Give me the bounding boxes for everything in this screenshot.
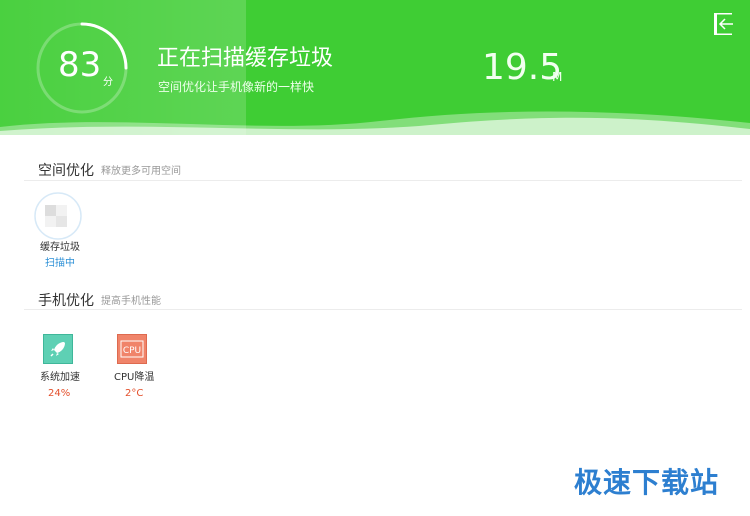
exit-icon [714,13,733,35]
system-boost-label: 系统加速 [40,372,80,383]
system-boost-status: 24% [48,388,71,399]
space-section-title: 空间优化 [38,163,94,179]
exit-button[interactable] [712,12,736,36]
cpu-cooling-label: CPU降温 [114,372,155,383]
space-section-divider [24,180,742,181]
system-boost-tile[interactable] [43,334,73,364]
cache-junk-tile[interactable] [34,192,82,240]
phone-section-title: 手机优化 [38,293,94,309]
junk-size-value: 19.5 [482,47,563,88]
site-watermark: 极速下载站 [574,466,720,499]
cpu-icon-text: CPU [123,346,141,356]
phone-section-hint: 提高手机性能 [101,296,161,307]
score-unit: 分 [103,77,113,88]
phone-section-divider [24,309,742,310]
score-value: 83 [58,45,102,85]
junk-size-unit: M [552,70,563,84]
cache-junk-label: 缓存垃圾 [40,242,80,253]
space-section-hint: 释放更多可用空间 [101,166,181,177]
cpu-cooling-tile[interactable]: CPU [117,334,147,364]
rocket-icon [43,334,73,364]
cache-junk-icon [34,192,82,240]
scan-status-subtitle: 空间优化让手机像新的一样快 [158,80,315,94]
cpu-cooling-status: 2°C [125,388,144,399]
cache-junk-status: 扫描中 [45,258,75,269]
scan-header: 83 分 正在扫描缓存垃圾 空间优化让手机像新的一样快 19.5 M [0,0,750,135]
scan-status-title: 正在扫描缓存垃圾 [157,46,334,71]
cpu-icon: CPU [117,334,147,364]
